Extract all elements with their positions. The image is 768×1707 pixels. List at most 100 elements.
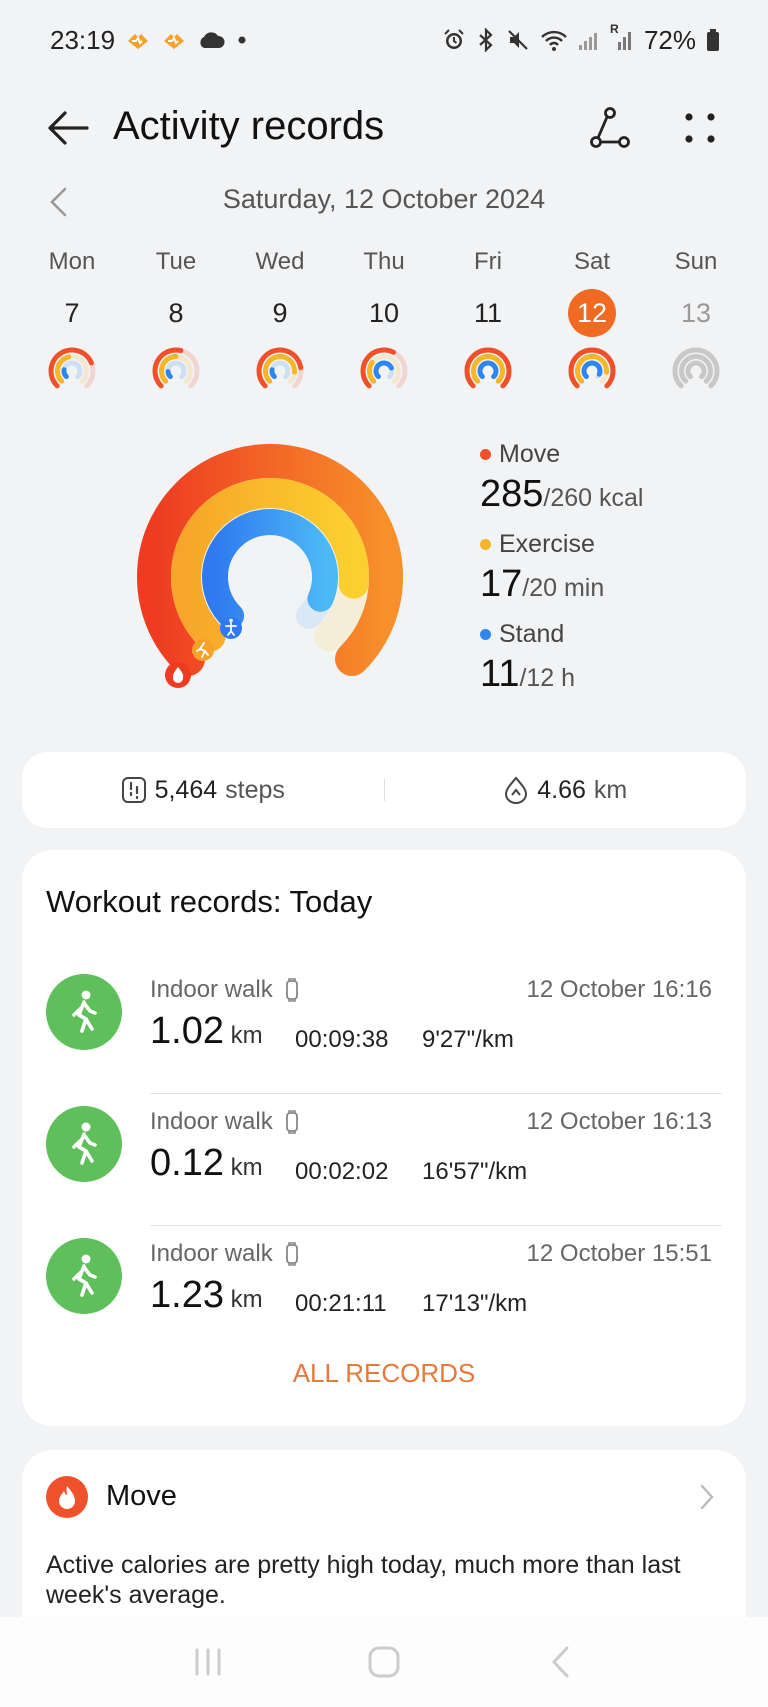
more-options-button[interactable] (670, 98, 730, 158)
workout-records-title: Workout records: Today (46, 884, 373, 919)
all-records-button[interactable]: ALL RECORDS (22, 1358, 746, 1389)
dots-grid-icon (685, 113, 715, 143)
workout-time: 16:16 (651, 976, 712, 1003)
workout-records-card: Workout records: Today Indoor walk 12 Oc… (22, 850, 746, 1426)
day-wed[interactable]: Wed 9 (228, 245, 332, 395)
workout-duration: 00:09:38 (295, 1026, 389, 1053)
workout-duration: 00:21:11 (295, 1290, 387, 1317)
bluetooth-icon (476, 28, 496, 52)
workout-duration: 00:02:02 (295, 1158, 389, 1185)
exercise-dot (480, 539, 491, 550)
day-name: Wed (255, 248, 305, 275)
day-number: 13 (680, 297, 712, 328)
mute-icon (506, 28, 530, 52)
day-number-selected: 12 (568, 289, 616, 337)
day-number: 8 (168, 297, 184, 328)
watch-icon (285, 978, 298, 1002)
move-card-text: Active calories are pretty high today, m… (46, 1551, 681, 1609)
stand-goal: /12 h (519, 664, 576, 692)
wifi-icon (540, 28, 568, 52)
workout-pace: 16'57"/km (422, 1158, 528, 1185)
cloud-icon (197, 30, 225, 50)
stand-ring-progress (165, 369, 173, 380)
workout-distance-unit: km (230, 1286, 263, 1313)
workout-distance-unit: km (230, 1154, 263, 1181)
walking-icon (46, 1238, 122, 1314)
workout-distance-unit: km (230, 1022, 263, 1049)
current-date: Saturday, 12 October 2024 (222, 184, 546, 214)
nav-back-button[interactable] (530, 1637, 590, 1687)
day-tue[interactable]: Tue 8 (124, 245, 228, 395)
signal-icon (578, 28, 600, 52)
day-name: Tue (155, 248, 197, 275)
status-time: 23:19 (50, 24, 116, 55)
day-sun[interactable]: Sun 13 (644, 245, 748, 395)
day-ring-chart (360, 347, 408, 389)
workout-date: 12 October (526, 1240, 646, 1267)
date-navigator: Saturday, 12 October 2024 (0, 176, 768, 228)
system-navigation-bar (0, 1617, 768, 1707)
home-button[interactable] (354, 1637, 414, 1687)
move-card-title: Move (106, 1480, 177, 1512)
workout-row[interactable]: Indoor walk 12 October 16:16 1.02 km 00:… (22, 962, 746, 1094)
day-name: Mon (48, 248, 96, 275)
recent-apps-icon (195, 1648, 221, 1676)
route-button[interactable] (580, 98, 640, 158)
workout-row[interactable]: Indoor walk 12 October 15:51 1.23 km 00:… (22, 1226, 746, 1358)
health-app-icon (125, 29, 151, 51)
move-dot (480, 449, 491, 460)
status-right: R 72% (442, 22, 720, 56)
steps-distance-card[interactable]: 5,464 steps 4.66 km (22, 752, 746, 828)
workout-time: 16:13 (651, 1108, 712, 1135)
day-number: 7 (64, 297, 80, 328)
exercise-goal: /20 min (522, 574, 605, 602)
workout-row[interactable]: Indoor walk 12 October 16:13 0.12 km 00:… (22, 1094, 746, 1226)
day-thu[interactable]: Thu 10 (332, 245, 436, 395)
exercise-ring-progress (367, 359, 377, 384)
stand-ring-icon (220, 617, 242, 639)
walking-icon (46, 974, 122, 1050)
watch-icon (285, 1242, 298, 1266)
battery-percent: 72% (643, 24, 696, 55)
day-mon[interactable]: Mon 7 (20, 245, 124, 395)
week-selector: Mon 7 Tue 8 Wed 9 Thu 10 Fri 11 Sat 12 S… (20, 245, 748, 395)
recent-apps-button[interactable] (178, 1637, 238, 1687)
workout-name: Indoor walk (150, 976, 273, 1003)
distance-unit: km (593, 775, 628, 804)
health-app-icon-2 (161, 29, 187, 51)
activity-legend: Move 285/260 kcal Exercise 17/20 min Sta… (480, 440, 740, 710)
stand-ring-progress (202, 509, 338, 629)
stand-ring-progress (61, 367, 69, 380)
workout-distance: 1.23 (150, 1274, 224, 1316)
day-fri[interactable]: Fri 11 (436, 245, 540, 395)
day-name: Sun (674, 248, 718, 275)
chevron-right-icon (692, 1480, 722, 1514)
exercise-label: Exercise (499, 530, 595, 558)
stand-ring-progress (477, 360, 499, 380)
day-ring-chart (256, 347, 304, 389)
day-sat[interactable]: Sat 12 (540, 245, 644, 395)
move-value: 285 (480, 473, 544, 515)
day-number: 10 (368, 297, 400, 328)
workout-pace: 9'27"/km (422, 1026, 514, 1053)
day-ring-chart (152, 347, 200, 389)
move-goal: /260 kcal (543, 484, 644, 512)
day-name: Fri (474, 248, 502, 275)
legend-stand: Stand 11/12 h (480, 620, 740, 696)
workout-time: 15:51 (651, 1240, 712, 1267)
page-title: Activity records (113, 104, 385, 148)
exercise-value: 17 (480, 563, 523, 605)
route-icon (590, 107, 630, 148)
workout-pace: 17'13"/km (422, 1290, 528, 1317)
day-ring-chart (464, 347, 512, 389)
status-bar: 23:19 R 72% (0, 0, 768, 80)
day-ring-chart (568, 347, 616, 389)
app-header: Activity records (0, 80, 768, 180)
back-button[interactable] (40, 100, 96, 156)
notification-dot-icon (235, 33, 249, 47)
legend-move: Move 285/260 kcal (480, 440, 740, 516)
exercise-ring-icon (192, 639, 214, 661)
distance-icon (505, 776, 528, 804)
legend-exercise: Exercise 17/20 min (480, 530, 740, 606)
workout-date: 12 October (526, 976, 646, 1003)
